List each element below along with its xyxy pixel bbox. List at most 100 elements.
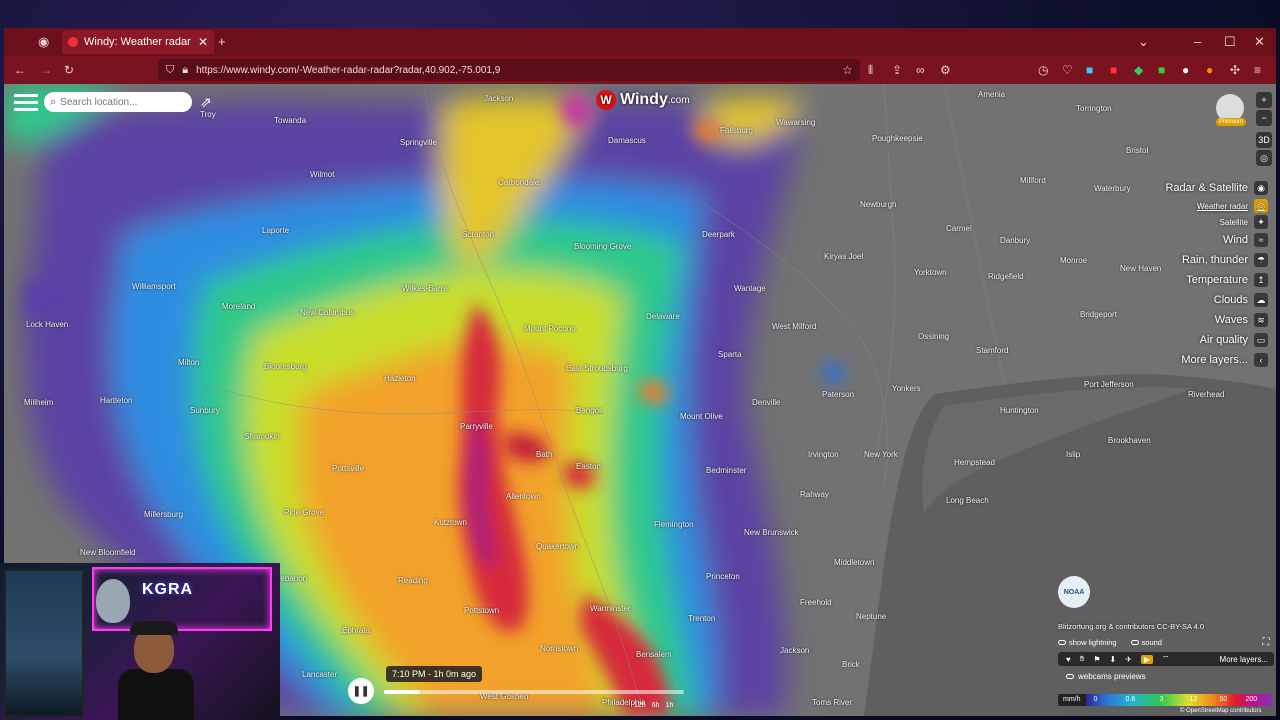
extension-s-icon[interactable]: ●: [1182, 62, 1189, 78]
maximize-icon[interactable]: ☐: [1224, 34, 1236, 50]
windy-logo-icon: W: [596, 90, 616, 110]
town-label: Shamokin: [244, 432, 280, 441]
flag-icon[interactable]: ⚑: [1093, 655, 1100, 664]
layer-wind[interactable]: Wind ≈: [1148, 230, 1268, 250]
town-label: New Columbus: [300, 308, 355, 317]
town-label: Easton: [576, 462, 601, 471]
town-label: Torrington: [1076, 104, 1112, 113]
town-label: Ephrata: [342, 626, 371, 635]
layer-radar-satellite[interactable]: Radar & Satellite ◉: [1148, 178, 1268, 198]
hamburger-menu-icon[interactable]: [14, 94, 38, 112]
pocket-icon[interactable]: ⇪: [892, 62, 902, 78]
extension-shield-icon[interactable]: ◆: [1134, 62, 1143, 78]
legend-tick: 12: [1189, 696, 1198, 703]
extension-orange-icon[interactable]: ●: [1206, 62, 1213, 78]
tab-bar: ◉ Windy: Weather radar ✕ + ⌄ – ☐ ✕: [4, 28, 1276, 56]
town-label: Wawarsing: [776, 118, 816, 127]
town-label: Damascus: [608, 136, 646, 145]
town-label: Long Beach: [946, 496, 989, 505]
air-quality-icon: ▭: [1254, 333, 1268, 347]
url-text[interactable]: https://www.windy.com/-Weather-radar-rad…: [196, 65, 860, 76]
library-icon[interactable]: ⫴: [868, 62, 873, 78]
toggle-switch-icon: [1130, 640, 1139, 645]
pause-button[interactable]: ❚❚: [348, 678, 374, 704]
town-label: Reading: [398, 576, 428, 585]
new-tab-icon[interactable]: +: [218, 34, 226, 50]
pin-icon[interactable]: ⬇: [1109, 655, 1116, 664]
tab-windy[interactable]: Windy: Weather radar ✕: [62, 30, 214, 54]
town-label: Bensalem: [636, 650, 672, 659]
share-icon[interactable]: ⇗: [200, 94, 212, 111]
search-input[interactable]: [60, 96, 181, 108]
layer-weather-radar[interactable]: Weather radar ◎: [1148, 198, 1268, 214]
bookmark-star-icon[interactable]: ☆: [842, 62, 853, 78]
hand-icon[interactable]: ✋︎: [1080, 654, 1085, 664]
timeline-slider[interactable]: [384, 690, 684, 694]
town-label: Monroe: [1060, 256, 1088, 265]
3d-button[interactable]: 3D: [1256, 132, 1272, 148]
layer-clouds[interactable]: Clouds ☁: [1148, 290, 1268, 310]
town-label: Brick: [842, 660, 860, 669]
layer-rain-thunder[interactable]: Rain, thunder ☂: [1148, 250, 1268, 270]
layer-more[interactable]: More layers... ‹: [1148, 350, 1268, 370]
layer-waves[interactable]: Waves ≋: [1148, 310, 1268, 330]
rain-legend[interactable]: mm/h 0 0.6 3 12 50 200: [1058, 694, 1272, 706]
forward-icon[interactable]: →: [40, 62, 52, 78]
locate-icon[interactable]: ◎: [1256, 150, 1272, 166]
search-box[interactable]: ⌕: [44, 92, 192, 112]
layer-label: Rain, thunder: [1181, 254, 1248, 266]
pocket-save-icon[interactable]: ♡: [1062, 62, 1073, 78]
layer-label: Wind: [1222, 234, 1248, 246]
town-label: Flemington: [654, 520, 694, 529]
sound-toggle[interactable]: sound: [1130, 638, 1162, 647]
more-layers-link[interactable]: More layers...: [1220, 655, 1268, 664]
fullscreen-icon[interactable]: ⛶: [1260, 636, 1272, 648]
reload-icon[interactable]: ↻: [64, 62, 74, 78]
show-lightning-toggle[interactable]: show lightning: [1058, 638, 1117, 647]
town-label: Blooming Grove: [574, 242, 632, 251]
extensions-puzzle-icon[interactable]: ✣: [1230, 62, 1240, 78]
zoom-in-icon[interactable]: +: [1256, 92, 1272, 108]
extension-b-icon[interactable]: ■: [1086, 62, 1093, 78]
town-label: Brookhaven: [1108, 436, 1151, 445]
toggle-label: show lightning: [1069, 638, 1117, 647]
layer-label: Radar & Satellite: [1165, 182, 1248, 194]
extension-green-icon[interactable]: ■: [1158, 62, 1165, 78]
firefox-icon[interactable]: ◉: [38, 34, 49, 50]
minimize-icon[interactable]: –: [1194, 34, 1201, 50]
town-label: Bath: [536, 450, 553, 459]
chevron-left-icon: ‹: [1254, 353, 1268, 367]
town-label: Lebanon: [276, 574, 308, 583]
layer-air-quality[interactable]: Air quality ▭: [1148, 330, 1268, 350]
town-label: Pottsville: [332, 464, 365, 473]
close-window-icon[interactable]: ✕: [1254, 34, 1265, 50]
webcam-icon[interactable]: ▶: [1140, 654, 1154, 664]
webcams-previews-toggle[interactable]: webcams previews: [1066, 672, 1146, 681]
close-tab-icon[interactable]: ✕: [198, 35, 208, 49]
town-label: Neptune: [856, 612, 887, 621]
settings-gear-icon[interactable]: ⚙: [940, 62, 951, 78]
zoom-out-icon[interactable]: −: [1256, 110, 1272, 126]
layer-temperature[interactable]: Temperature ↥: [1148, 270, 1268, 290]
signal-icon[interactable]: ⌔: [1162, 654, 1170, 664]
address-bar[interactable]: ⛉ 🔒︎ https://www.windy.com/-Weather-rada…: [158, 59, 860, 81]
favorites-heart-icon[interactable]: ♥: [1066, 655, 1071, 664]
menu-icon[interactable]: ≡: [1254, 62, 1261, 78]
town-label: Scranton: [462, 230, 495, 239]
shield-icon[interactable]: ⛉: [166, 64, 174, 77]
back-icon[interactable]: ←: [14, 62, 26, 78]
town-label: Kiryas Joel: [824, 252, 864, 261]
town-label: Trenton: [688, 614, 716, 623]
windy-logo[interactable]: W Windy .com: [596, 90, 690, 110]
airplane-icon[interactable]: ✈: [1125, 655, 1132, 664]
lock-icon[interactable]: 🔒︎: [182, 64, 188, 77]
extension-red-icon[interactable]: ■: [1110, 62, 1117, 78]
legend-scale: 0 0.6 3 12 50 200: [1085, 694, 1272, 706]
town-label: Paterson: [822, 390, 855, 399]
history-icon[interactable]: ◷: [1038, 62, 1048, 78]
list-tabs-icon[interactable]: ⌄: [1138, 34, 1149, 50]
layer-satellite[interactable]: Satellite ✦: [1148, 214, 1268, 230]
satellite-icon: ◉: [1254, 181, 1268, 195]
mask-icon[interactable]: ∞: [916, 62, 925, 78]
desktop-background: ◉ Windy: Weather radar ✕ + ⌄ – ☐ ✕ ← → ↻…: [0, 0, 1280, 720]
